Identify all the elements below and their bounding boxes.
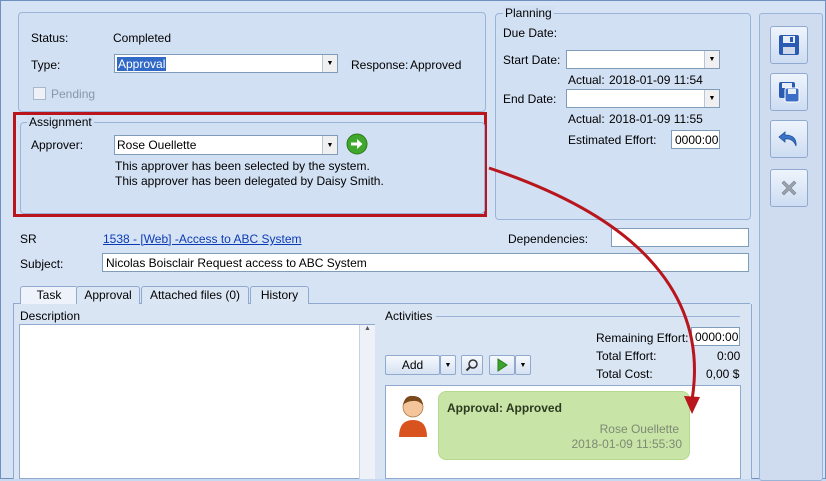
- chevron-down-icon: ▼: [519, 361, 527, 369]
- start-actual-label: Actual:: [568, 73, 605, 87]
- remaining-effort-label: Remaining Effort:: [596, 331, 689, 345]
- run-button[interactable]: [489, 355, 515, 375]
- estimated-effort-label: Estimated Effort:: [568, 133, 657, 147]
- response-label: Response:: [351, 58, 409, 72]
- go-arrow-icon[interactable]: [346, 133, 368, 155]
- chevron-down-icon[interactable]: ▼: [704, 51, 719, 68]
- type-combo[interactable]: Approval ▼: [114, 54, 338, 73]
- subject-input[interactable]: Nicolas Boisclair Request access to ABC …: [102, 253, 749, 272]
- run-dropdown-button[interactable]: ▼: [515, 355, 531, 375]
- start-actual-value: 2018-01-09 11:54: [609, 73, 703, 87]
- close-icon: [781, 180, 797, 196]
- status-label: Status:: [31, 31, 69, 45]
- subject-label: Subject:: [20, 257, 64, 271]
- estimated-effort-input[interactable]: 0000:00: [671, 130, 720, 149]
- undo-icon: [778, 131, 797, 147]
- approver-note-2: This approver has been delegated by Dais…: [115, 174, 384, 188]
- tab-history[interactable]: History: [250, 286, 309, 304]
- sr-label: SR: [20, 232, 37, 246]
- approver-combo[interactable]: Rose Ouellette ▼: [114, 135, 338, 155]
- status-value: Completed: [113, 31, 172, 45]
- add-dropdown-button[interactable]: ▼: [440, 355, 456, 375]
- sr-link[interactable]: 1538 - [Web] -Access to ABC System: [103, 232, 302, 246]
- end-actual-value: 2018-01-09 11:55: [609, 112, 703, 126]
- search-icon: [465, 359, 478, 372]
- total-cost-label: Total Cost:: [596, 367, 653, 381]
- floppy-disk-icon: [779, 35, 799, 55]
- activities-separator: [436, 316, 740, 317]
- response-value: Approved: [410, 58, 462, 72]
- end-date-combo[interactable]: ▼: [566, 89, 720, 108]
- undo-button[interactable]: [770, 120, 808, 158]
- user-avatar-icon: [399, 395, 427, 437]
- activity-card-name: Rose Ouellette: [599, 422, 679, 436]
- end-date-label: End Date:: [503, 92, 557, 106]
- save-as-icon: [779, 82, 800, 103]
- pending-label: Pending: [51, 87, 96, 101]
- activities-label: Activities: [385, 309, 433, 323]
- total-effort-value: 0:00: [717, 349, 741, 363]
- chevron-down-icon: ▼: [444, 361, 452, 369]
- play-icon: [497, 358, 508, 372]
- delete-button[interactable]: [770, 169, 808, 207]
- activity-card[interactable]: Approval: Approved Rose Ouellette 2018-0…: [438, 391, 690, 460]
- due-date-label: Due Date:: [503, 26, 558, 40]
- search-button[interactable]: [461, 355, 483, 375]
- end-actual-label: Actual:: [568, 112, 605, 126]
- dependencies-input[interactable]: [611, 228, 749, 247]
- planning-title: Planning: [503, 6, 554, 20]
- dependencies-label: Dependencies:: [508, 232, 589, 246]
- save-button[interactable]: [770, 26, 808, 64]
- tab-task[interactable]: Task: [20, 286, 78, 305]
- chevron-down-icon[interactable]: ▼: [322, 136, 337, 154]
- description-textarea[interactable]: [19, 324, 375, 479]
- total-cost-value: 0,00 $: [706, 367, 740, 381]
- type-value: Approval: [117, 57, 167, 71]
- tab-approval[interactable]: Approval: [76, 286, 140, 304]
- pending-checkbox[interactable]: [33, 87, 46, 100]
- description-label: Description: [20, 309, 81, 323]
- start-date-label: Start Date:: [503, 53, 561, 67]
- activity-card-title: Approval: Approved: [447, 401, 562, 415]
- approver-label: Approver:: [31, 138, 84, 152]
- total-effort-label: Total Effort:: [596, 349, 657, 363]
- add-button[interactable]: Add: [385, 355, 440, 375]
- tab-attached-files[interactable]: Attached files (0): [141, 286, 249, 304]
- chevron-down-icon[interactable]: ▼: [704, 90, 719, 107]
- assignment-title: Assignment: [27, 115, 94, 129]
- chevron-down-icon[interactable]: ▼: [322, 55, 337, 72]
- description-scrollbar[interactable]: ▲: [359, 325, 375, 479]
- remaining-effort-input[interactable]: 0000:00: [691, 327, 740, 346]
- start-date-combo[interactable]: ▼: [566, 50, 720, 69]
- save-and-close-button[interactable]: [770, 73, 808, 111]
- type-label: Type:: [31, 58, 61, 72]
- activity-card-time: 2018-01-09 11:55:30: [571, 437, 682, 451]
- approver-note-1: This approver has been selected by the s…: [115, 159, 370, 173]
